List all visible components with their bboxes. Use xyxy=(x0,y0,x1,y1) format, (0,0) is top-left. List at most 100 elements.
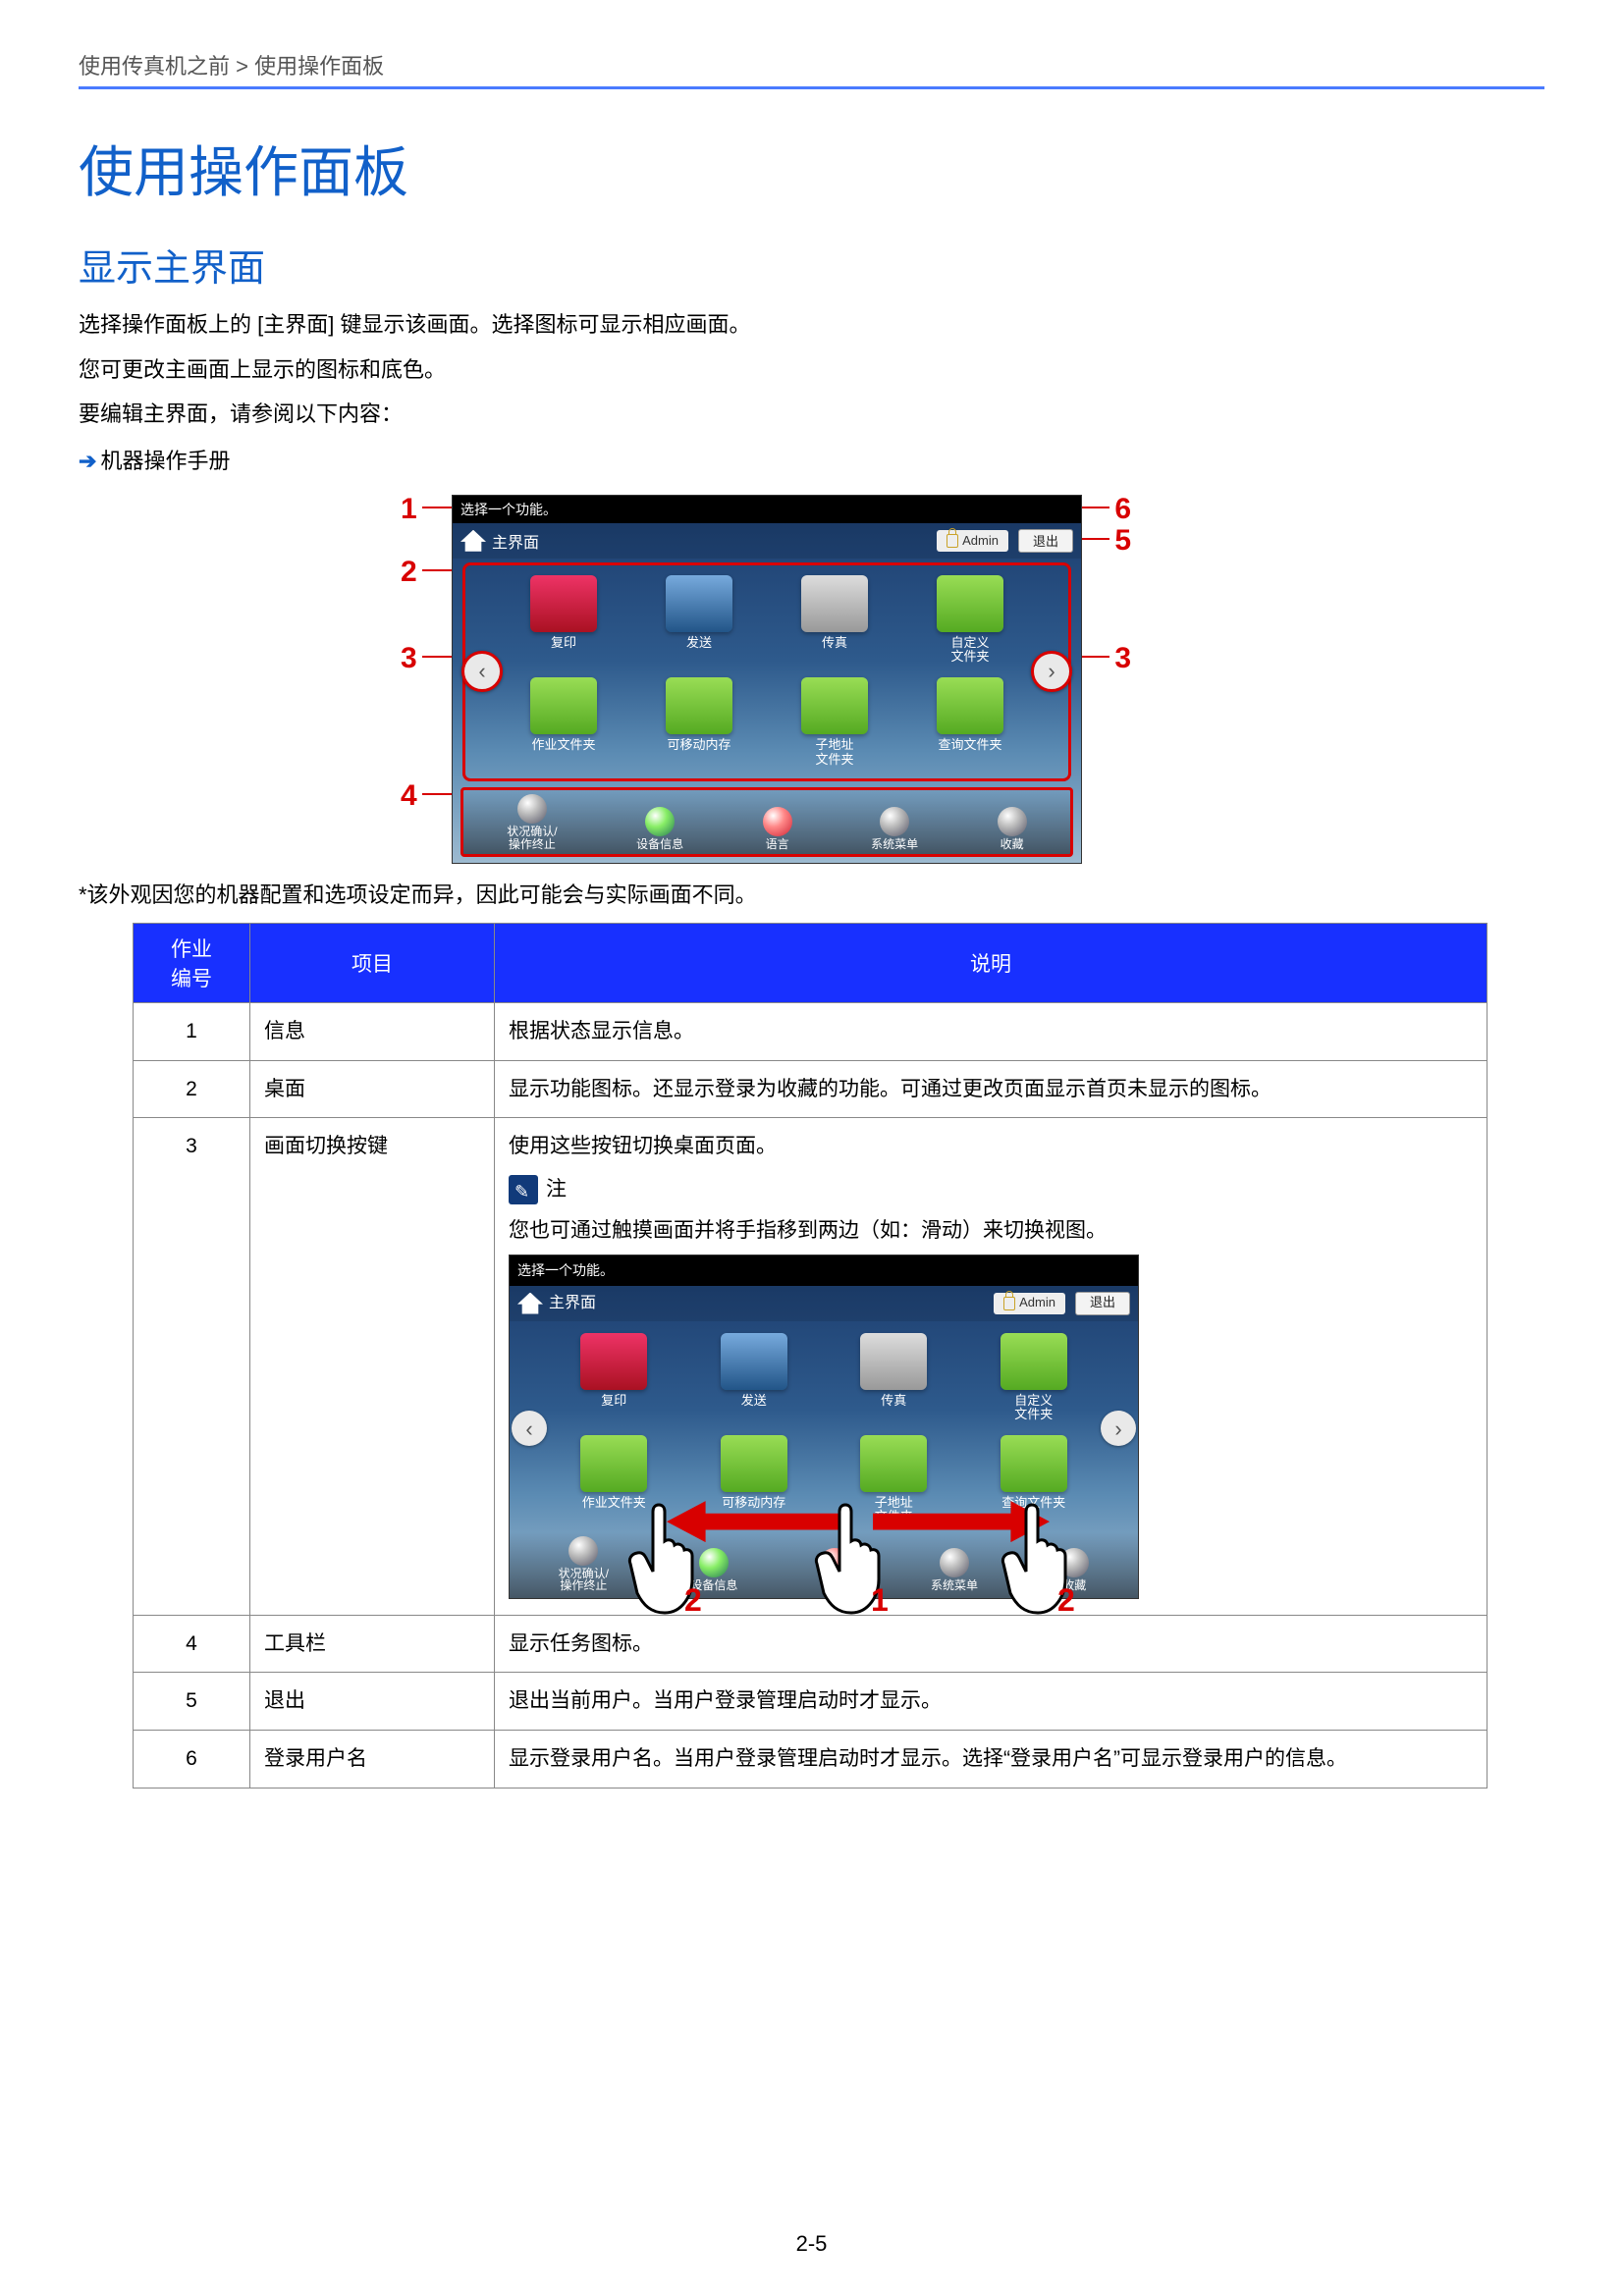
note-icon xyxy=(509,1175,538,1204)
task-system-menu[interactable]: 系统菜单 xyxy=(931,1548,978,1592)
task-status[interactable]: 状况确认/ 操作终止 xyxy=(507,794,557,850)
custom-box-icon xyxy=(1001,1333,1067,1390)
copy-icon xyxy=(580,1333,647,1390)
topbar-title: 主界面 xyxy=(492,529,539,553)
task-label: 收藏 xyxy=(1001,838,1024,851)
task-status[interactable]: 状况确认/ 操作终止 xyxy=(559,1536,609,1592)
cell-desc: 退出当前用户。当用户登录管理启动时才显示。 xyxy=(495,1673,1488,1731)
cell-num: 5 xyxy=(134,1673,250,1731)
callout-2: 2 xyxy=(401,556,417,589)
row3-desc-line: 使用这些按钮切换桌面页面。 xyxy=(509,1130,1473,1163)
login-username[interactable]: Admin xyxy=(994,1293,1065,1314)
lock-icon xyxy=(947,534,958,548)
tile-label: 可移动内存 xyxy=(722,1496,785,1510)
tile-copy[interactable]: 复印 xyxy=(503,575,624,665)
device-info-icon xyxy=(645,807,675,836)
tile-label: 子地址 文件夹 xyxy=(815,738,853,767)
th-num: 作业 编号 xyxy=(134,924,250,1003)
leader-3l xyxy=(422,656,452,658)
page-prev-button[interactable]: ‹ xyxy=(512,1411,547,1446)
callout-1: 1 xyxy=(401,493,417,526)
tile-custom-box[interactable]: 自定义 文件夹 xyxy=(971,1333,1098,1422)
fax-icon xyxy=(801,575,868,632)
tile-job-box[interactable]: 作业文件夹 xyxy=(503,677,624,767)
device-info-icon xyxy=(699,1548,729,1577)
cell-num: 3 xyxy=(134,1118,250,1616)
login-username[interactable]: Admin xyxy=(937,530,1008,552)
subaddress-box-icon xyxy=(801,677,868,734)
leader-1 xyxy=(422,507,456,508)
para-2: 您可更改主画面上显示的图标和底色。 xyxy=(79,350,1544,390)
screen2-titlebar: 选择一个功能。 xyxy=(510,1255,1138,1285)
annotated-screenshot: 1 2 3 4 6 5 3 选择一个功能。 主界面 Admin 退出 xyxy=(383,495,1149,864)
cell-desc: 根据状态显示信息。 xyxy=(495,1003,1488,1061)
tile-polling-box[interactable]: 查询文件夹 xyxy=(909,677,1031,767)
tile-custom-box[interactable]: 自定义 文件夹 xyxy=(909,575,1031,665)
th-desc: 说明 xyxy=(495,924,1488,1003)
tile-label: 传真 xyxy=(822,636,847,650)
reference-text: 机器操作手册 xyxy=(100,449,230,473)
section-title-h2: 显示主界面 xyxy=(79,238,1544,292)
th-item: 项目 xyxy=(250,924,495,1003)
screen-titlebar: 选择一个功能。 xyxy=(453,496,1081,523)
copy-icon xyxy=(530,575,597,632)
status-icon xyxy=(517,794,547,824)
callout-4: 4 xyxy=(401,779,417,813)
desktop-area: ‹ › 复印 发送 传真 自定义 文件夹 作业文件夹 可移动内存 子地址 文件夹… xyxy=(462,562,1071,781)
cell-item: 工具栏 xyxy=(250,1615,495,1673)
usb-icon xyxy=(666,677,732,734)
tile-label: 传真 xyxy=(881,1394,906,1408)
task-label: 设备信息 xyxy=(636,838,683,851)
page-next-button[interactable]: › xyxy=(1101,1411,1136,1446)
cell-item: 桌面 xyxy=(250,1060,495,1118)
tile-copy[interactable]: 复印 xyxy=(551,1333,677,1422)
tile-label: 查询文件夹 xyxy=(938,738,1001,752)
page-title-h1: 使用操作面板 xyxy=(79,129,1544,208)
leader-4 xyxy=(422,793,456,795)
job-box-icon xyxy=(530,677,597,734)
polling-box-icon xyxy=(937,677,1003,734)
reference-link[interactable]: ➔机器操作手册 xyxy=(79,444,1544,475)
home-icon xyxy=(460,530,486,552)
send-icon xyxy=(666,575,732,632)
task-language[interactable]: 语言 xyxy=(763,807,792,851)
page-next-button[interactable]: › xyxy=(1031,651,1072,692)
cell-desc: 显示任务图标。 xyxy=(495,1615,1488,1673)
tile-fax[interactable]: 传真 xyxy=(774,575,895,665)
tile-removable-memory[interactable]: 可移动内存 xyxy=(691,1435,818,1524)
tile-label: 发送 xyxy=(741,1394,767,1408)
callout-6: 6 xyxy=(1114,493,1131,526)
polling-box-icon xyxy=(1001,1435,1067,1492)
tile-label: 自定义 文件夹 xyxy=(950,636,989,665)
cell-num: 6 xyxy=(134,1731,250,1789)
topbar-title: 主界面 xyxy=(549,1291,596,1316)
tile-label: 作业文件夹 xyxy=(531,738,595,752)
callout-3-left: 3 xyxy=(401,642,417,675)
tile-subaddress-box[interactable]: 子地址 文件夹 xyxy=(774,677,895,767)
system-menu-icon xyxy=(880,807,909,836)
tile-label: 发送 xyxy=(686,636,712,650)
tile-send[interactable]: 发送 xyxy=(638,575,760,665)
fax-icon xyxy=(860,1333,927,1390)
table-row: 1 信息 根据状态显示信息。 xyxy=(134,1003,1488,1061)
page-number: 2-5 xyxy=(0,2231,1623,2257)
cell-item: 退出 xyxy=(250,1673,495,1731)
task-system-menu[interactable]: 系统菜单 xyxy=(871,807,918,851)
tile-removable-memory[interactable]: 可移动内存 xyxy=(638,677,760,767)
device-home-screen: 选择一个功能。 主界面 Admin 退出 ‹ › 复印 发送 传真 xyxy=(452,495,1082,864)
page-prev-button[interactable]: ‹ xyxy=(461,651,503,692)
table-row: 5 退出 退出当前用户。当用户登录管理启动时才显示。 xyxy=(134,1673,1488,1731)
task-favorites[interactable]: 收藏 xyxy=(998,807,1027,851)
tile-label: 复印 xyxy=(601,1394,626,1408)
tile-send[interactable]: 发送 xyxy=(691,1333,818,1422)
arrow-right-icon: ➔ xyxy=(79,449,96,473)
logout-button[interactable]: 退出 xyxy=(1018,529,1073,553)
subaddress-box-icon xyxy=(860,1435,927,1492)
tile-fax[interactable]: 传真 xyxy=(831,1333,957,1422)
task-device-info[interactable]: 设备信息 xyxy=(636,807,683,851)
logout-button[interactable]: 退出 xyxy=(1075,1292,1130,1315)
page: 使用传真机之前 > 使用操作面板 使用操作面板 显示主界面 选择操作面板上的 [… xyxy=(0,0,1623,2296)
system-menu-icon xyxy=(940,1548,969,1577)
lock-icon xyxy=(1003,1297,1015,1310)
callout-3-right: 3 xyxy=(1114,642,1131,675)
